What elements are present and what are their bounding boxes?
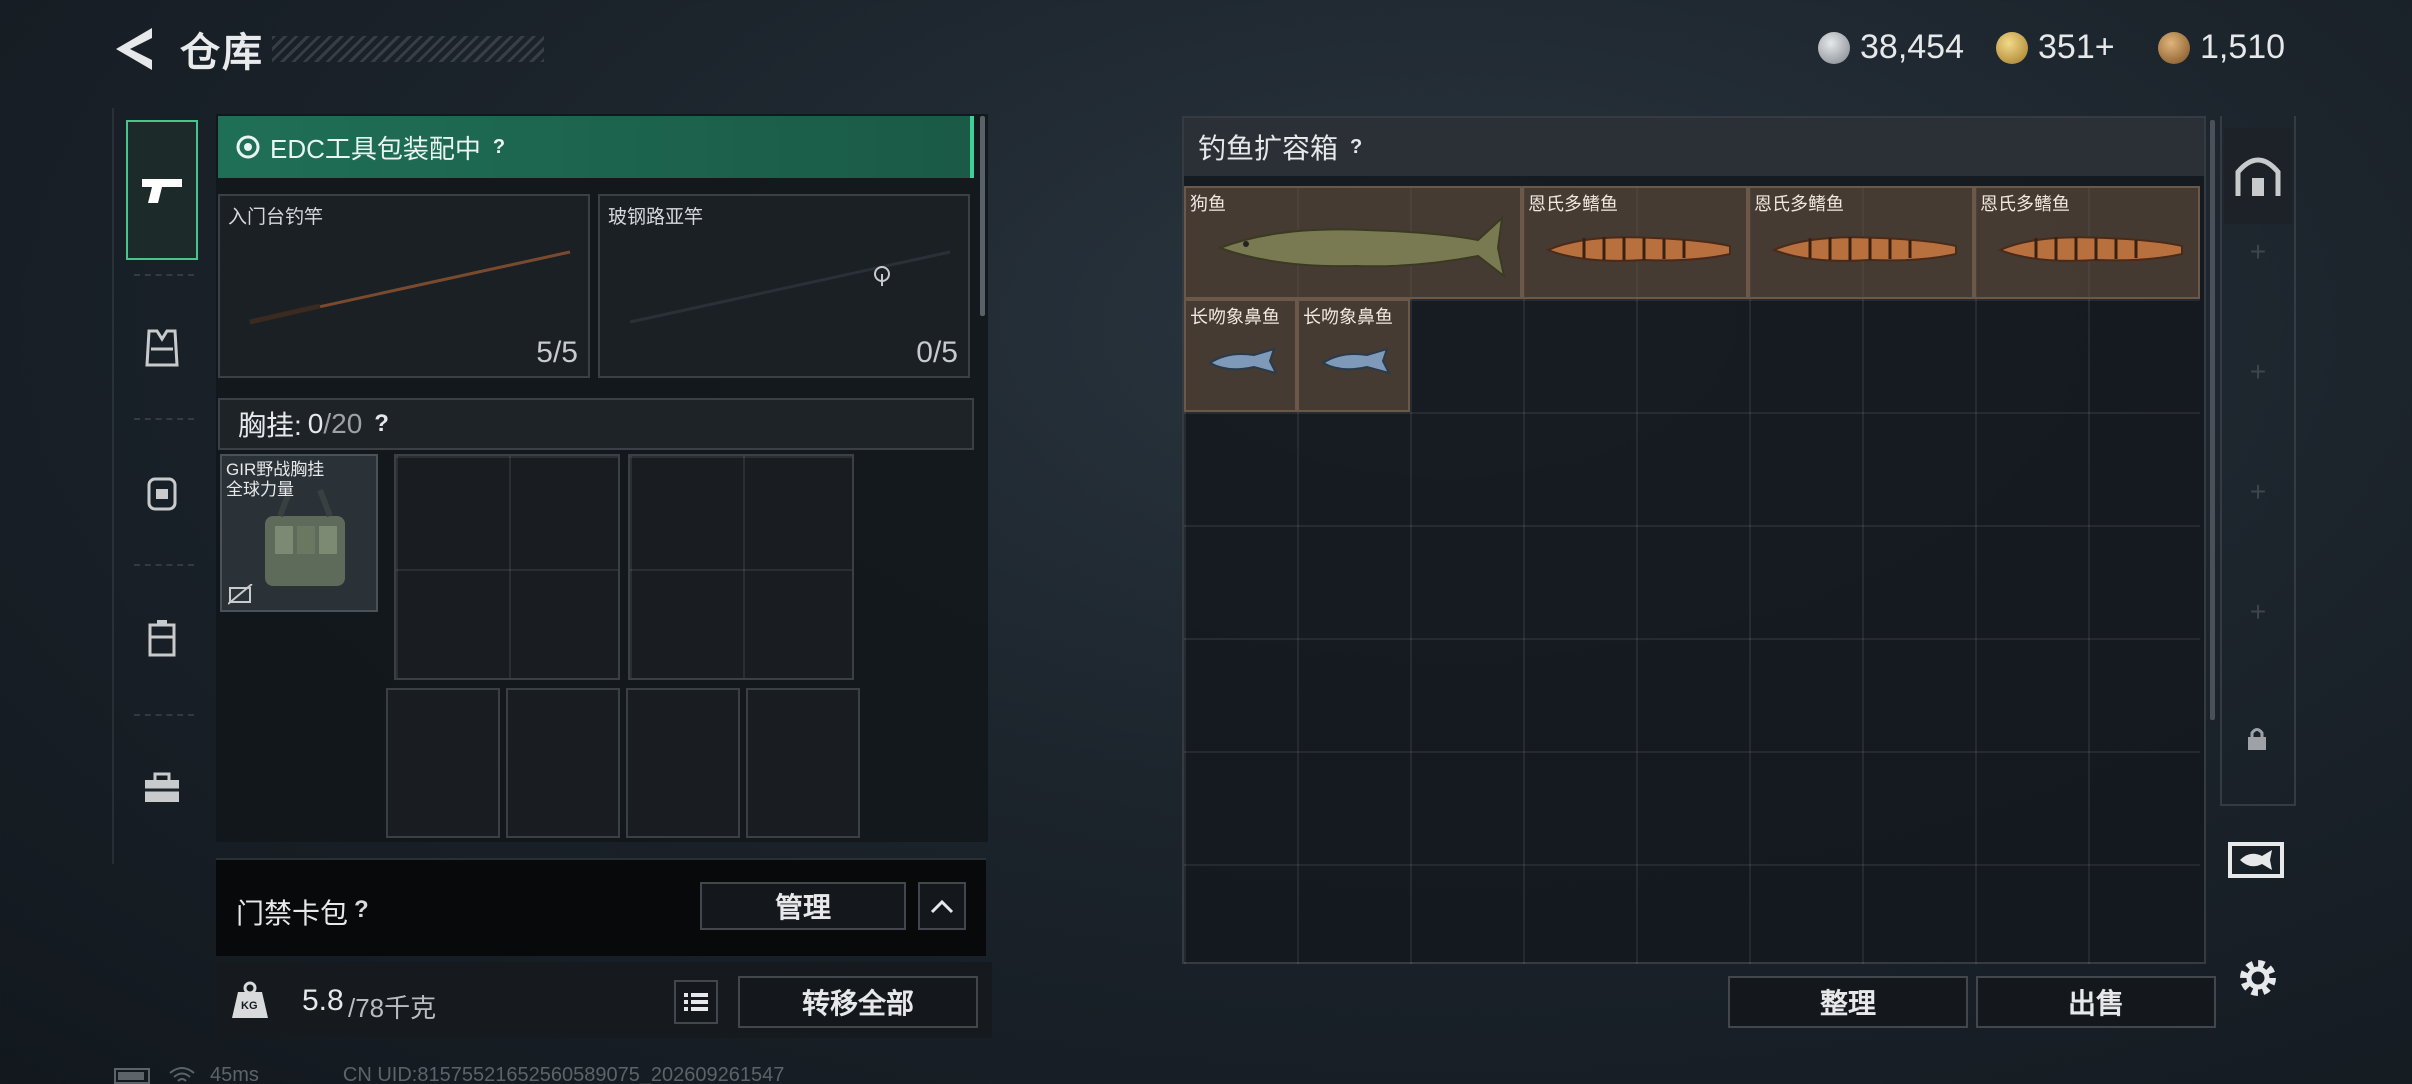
tab-armor[interactable] bbox=[126, 278, 198, 418]
weight-max: /78千克 bbox=[348, 993, 437, 1023]
elephantnose-fish-icon bbox=[1321, 347, 1391, 375]
bichir-fish-icon bbox=[1997, 236, 2183, 262]
bichir-fish-icon bbox=[1545, 236, 1731, 262]
rod-slot-1-count: 5/5 bbox=[536, 336, 578, 369]
silver-coin-icon bbox=[1818, 31, 1850, 64]
back-button[interactable] bbox=[112, 24, 158, 74]
fish-storage-tab[interactable] bbox=[2228, 840, 2286, 885]
chest-rig-item[interactable]: GIR野战胸挂 全球力量 bbox=[220, 454, 378, 612]
page-title: 仓库 bbox=[180, 31, 264, 75]
storage-item[interactable]: 狗鱼 bbox=[1184, 186, 1522, 299]
storage-item[interactable]: 长吻象鼻鱼 bbox=[1184, 299, 1297, 412]
tab-container[interactable] bbox=[126, 568, 198, 708]
vest-icon bbox=[145, 329, 179, 367]
title-decoration bbox=[272, 36, 544, 62]
bichir-fish-icon bbox=[1771, 236, 1957, 262]
edc-status-text: EDC工具包装配中 bbox=[270, 133, 481, 164]
rod-slot-1[interactable]: 入门台钓竿 5/5 bbox=[218, 194, 590, 378]
bronze-token-icon bbox=[2158, 31, 2190, 64]
chest-rig-header: 胸挂: 0 /20 ? bbox=[218, 398, 974, 450]
tab-toolbox[interactable] bbox=[126, 718, 198, 858]
chest-slot-f[interactable] bbox=[746, 688, 860, 838]
chest-slot-e[interactable] bbox=[626, 688, 740, 838]
tab-storage-main[interactable] bbox=[2224, 128, 2292, 224]
tab-weapons[interactable] bbox=[126, 120, 198, 260]
rod-slot-1-label: 入门台钓竿 bbox=[228, 207, 324, 228]
rod-slot-2-label: 玻钢路亚竿 bbox=[608, 207, 704, 228]
unequip-icon bbox=[228, 584, 253, 605]
edc-status-bar[interactable]: EDC工具包装配中 ? bbox=[218, 116, 974, 178]
chest-rig-help-icon[interactable]: ? bbox=[374, 410, 389, 438]
gear-icon bbox=[2240, 960, 2276, 996]
user-uid: CN UID:815755216525605890​75_20260926154… bbox=[342, 1064, 785, 1084]
lock-icon bbox=[2246, 726, 2268, 757]
list-view-button[interactable] bbox=[674, 980, 718, 1024]
storage-help-icon[interactable]: ? bbox=[1350, 136, 1362, 159]
chest-rig-max: /20 bbox=[323, 408, 363, 439]
chest-slot-a[interactable] bbox=[394, 454, 620, 680]
back-arrow-icon bbox=[116, 28, 152, 70]
currency-bronze: 1,510 bbox=[2158, 28, 2285, 67]
status-bar: 45ms CN UID:815755216525605890​75_202609… bbox=[114, 1064, 784, 1084]
chest-slot-c[interactable] bbox=[386, 688, 500, 838]
backpack-icon bbox=[147, 477, 177, 511]
collapse-button[interactable] bbox=[918, 882, 966, 930]
lure-rod-icon bbox=[629, 250, 951, 324]
list-icon bbox=[684, 993, 708, 1011]
chest-rig-value: 0 bbox=[307, 408, 324, 439]
rod-slot-2[interactable]: 玻钢路亚竿 0/5 bbox=[598, 194, 970, 378]
chest-rig-label: 胸挂: bbox=[238, 410, 302, 441]
manage-button[interactable]: 管理 bbox=[700, 882, 906, 930]
storage-item[interactable]: 恩氏多鳍鱼 bbox=[1522, 186, 1748, 299]
pistol-icon bbox=[142, 179, 182, 203]
elephantnose-fish-icon bbox=[1208, 347, 1278, 375]
storage-item[interactable]: 恩氏多鳍鱼 bbox=[1974, 186, 2200, 299]
tab-backpack[interactable] bbox=[126, 422, 198, 562]
chest-slot-d[interactable] bbox=[506, 688, 620, 838]
fish-box-icon bbox=[2228, 842, 2284, 878]
toolbox-icon bbox=[145, 772, 179, 802]
fishing-rod-icon bbox=[249, 250, 571, 325]
storage-title: 钓鱼扩容箱 bbox=[1198, 133, 1339, 164]
vault-icon bbox=[2235, 157, 2281, 196]
weight-value: 5.8 bbox=[302, 984, 344, 1017]
gear-badge-icon bbox=[236, 135, 260, 159]
settings-button[interactable] bbox=[2236, 956, 2280, 1005]
container-icon bbox=[148, 620, 176, 657]
add-storage-slot-icon[interactable]: + bbox=[2222, 236, 2294, 268]
storage-scrollbar[interactable] bbox=[2210, 120, 2215, 720]
access-card-help-icon[interactable]: ? bbox=[354, 896, 369, 924]
chevron-up-icon bbox=[930, 899, 954, 914]
chest-rig-item-name: GIR野战胸挂 全球力量 bbox=[226, 460, 325, 499]
currency-bronze-value: 1,510 bbox=[2200, 28, 2286, 66]
rod-slot-2-count: 0/5 bbox=[916, 336, 958, 369]
category-tabs bbox=[112, 108, 202, 864]
currency-gold-value: 351+ bbox=[2038, 28, 2115, 66]
add-storage-slot-icon[interactable]: + bbox=[2222, 596, 2294, 628]
weight-icon: KG bbox=[230, 980, 270, 1020]
currency-gold[interactable]: 351+ bbox=[1996, 28, 2115, 67]
sell-button[interactable]: 出售 bbox=[1976, 976, 2216, 1028]
battery-icon bbox=[114, 1067, 150, 1084]
storage-item[interactable]: 长吻象鼻鱼 bbox=[1297, 299, 1410, 412]
pike-fish-icon bbox=[1217, 215, 1506, 279]
chest-slot-b[interactable] bbox=[628, 454, 854, 680]
add-storage-slot-icon[interactable]: + bbox=[2222, 476, 2294, 508]
transfer-all-button[interactable]: 转移全部 bbox=[738, 976, 978, 1028]
sort-button[interactable]: 整理 bbox=[1728, 976, 1968, 1028]
currency-silver-value: 38,454 bbox=[1860, 28, 1964, 66]
loadout-scrollbar[interactable] bbox=[980, 116, 985, 316]
access-card-bar: 门禁卡包 ? 管理 bbox=[216, 858, 986, 956]
wifi-icon bbox=[169, 1066, 195, 1082]
ping-value: 45ms bbox=[210, 1064, 259, 1084]
storage-header: 钓鱼扩容箱 ? bbox=[1184, 118, 2204, 176]
edc-help-icon[interactable]: ? bbox=[493, 136, 505, 159]
storage-item[interactable]: 恩氏多鳍鱼 bbox=[1748, 186, 1974, 299]
storage-tabs: + + + + bbox=[2220, 116, 2296, 806]
currency-silver: 38,454 bbox=[1818, 28, 1964, 67]
access-card-label: 门禁卡包 bbox=[236, 898, 349, 929]
chest-rig-image bbox=[265, 488, 345, 586]
add-storage-slot-icon[interactable]: + bbox=[2222, 356, 2294, 388]
gold-triangle-icon bbox=[1996, 31, 2028, 64]
